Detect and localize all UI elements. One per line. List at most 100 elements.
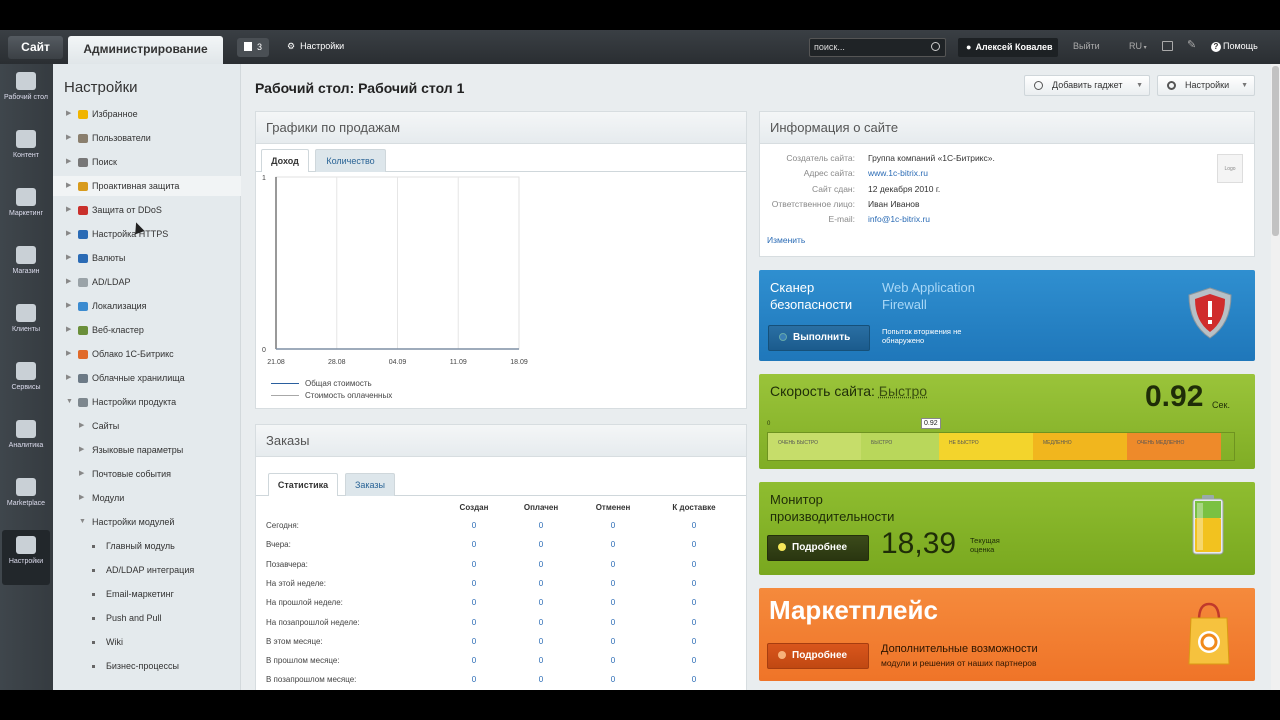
chevron-down-icon[interactable]: ▼: [79, 512, 86, 532]
sidebar-item[interactable]: ▶ Защита от DDoS: [53, 200, 241, 220]
search-input[interactable]: поиск...: [809, 38, 946, 57]
sidebar-module-item[interactable]: Push and Pull: [53, 608, 241, 628]
sidebar-item[interactable]: ▶ Поиск: [53, 152, 241, 172]
sidebar-item[interactable]: ▶ Веб-кластер: [53, 320, 241, 340]
sidebar-module-item[interactable]: Главный модуль: [53, 536, 241, 556]
orders-cell-link[interactable]: 0: [583, 675, 643, 684]
tab-quantity[interactable]: Количество: [315, 149, 386, 172]
orders-cell-link[interactable]: 0: [511, 540, 571, 549]
tab-orders[interactable]: Заказы: [345, 473, 395, 496]
site-info-link[interactable]: info@1c-bitrix.ru: [868, 214, 930, 224]
sidebar-item[interactable]: ▶ Пользователи: [53, 128, 241, 148]
orders-cell-link[interactable]: 0: [444, 618, 504, 627]
chevron-right-icon[interactable]: ▶: [66, 272, 71, 292]
chevron-right-icon[interactable]: ▶: [66, 320, 71, 340]
sidebar-subitem[interactable]: ▶ Почтовые события: [53, 464, 241, 484]
sidebar-item[interactable]: ▼ Настройки продукта: [53, 392, 241, 412]
window-icon[interactable]: [1162, 41, 1173, 51]
orders-cell-link[interactable]: 0: [583, 598, 643, 607]
orders-cell-link[interactable]: 0: [664, 540, 724, 549]
sidebar-item[interactable]: ▶ Избранное: [53, 104, 241, 124]
site-info-title[interactable]: Информация о сайте: [760, 112, 1254, 144]
chevron-right-icon[interactable]: ▶: [66, 128, 71, 148]
orders-cell-link[interactable]: 0: [444, 560, 504, 569]
leftnav-item-7[interactable]: Marketplace: [2, 472, 50, 527]
orders-cell-link[interactable]: 0: [444, 656, 504, 665]
orders-cell-link[interactable]: 0: [511, 656, 571, 665]
chevron-right-icon[interactable]: ▶: [66, 176, 71, 196]
orders-cell-link[interactable]: 0: [511, 521, 571, 530]
pin-icon[interactable]: ✎: [1187, 38, 1198, 51]
help-link[interactable]: ? Помощь: [1211, 41, 1258, 52]
orders-cell-link[interactable]: 0: [583, 560, 643, 569]
chevron-right-icon[interactable]: ▶: [79, 488, 84, 508]
scan-run-button[interactable]: Выполнить: [768, 325, 870, 351]
chevron-right-icon[interactable]: ▶: [66, 152, 71, 172]
chevron-right-icon[interactable]: ▶: [66, 200, 71, 220]
site-button[interactable]: Сайт: [8, 36, 63, 59]
chevron-right-icon[interactable]: ▶: [66, 296, 71, 316]
sidebar-item[interactable]: ▶ Настройка HTTPS: [53, 224, 241, 244]
orders-cell-link[interactable]: 0: [511, 579, 571, 588]
orders-cell-link[interactable]: 0: [664, 521, 724, 530]
orders-cell-link[interactable]: 0: [511, 560, 571, 569]
leftnav-item-6[interactable]: Аналитика: [2, 414, 50, 469]
sidebar-subitem[interactable]: ▶ Сайты: [53, 416, 241, 436]
admin-tab[interactable]: Администрирование: [68, 36, 223, 64]
leftnav-item-2[interactable]: Маркетинг: [2, 182, 50, 237]
sidebar-item[interactable]: ▶ Валюты: [53, 248, 241, 268]
chevron-right-icon[interactable]: ▶: [66, 344, 71, 364]
leftnav-item-8[interactable]: Настройки: [2, 530, 50, 585]
orders-cell-link[interactable]: 0: [444, 540, 504, 549]
chevron-right-icon[interactable]: ▶: [79, 440, 84, 460]
orders-cell-link[interactable]: 0: [664, 560, 724, 569]
orders-cell-link[interactable]: 0: [511, 618, 571, 627]
orders-cell-link[interactable]: 0: [664, 675, 724, 684]
leftnav-item-0[interactable]: Рабочий стол: [2, 66, 50, 121]
orders-cell-link[interactable]: 0: [444, 637, 504, 646]
edit-site-info-link[interactable]: Изменить: [767, 235, 805, 245]
marketplace-details-button[interactable]: Подробнее: [767, 643, 869, 669]
sidebar-item[interactable]: ▶ Облако 1С-Битрикс: [53, 344, 241, 364]
user-menu[interactable]: ● Алексей Ковалев: [958, 38, 1058, 57]
sidebar-module-item[interactable]: AD/LDAP интеграция: [53, 560, 241, 580]
leftnav-item-4[interactable]: Клиенты: [2, 298, 50, 353]
orders-cell-link[interactable]: 0: [664, 637, 724, 646]
sidebar-item[interactable]: ▶ Локализация: [53, 296, 241, 316]
sidebar-subitem[interactable]: ▼ Настройки модулей: [53, 512, 241, 532]
speed-status-link[interactable]: Быстро: [879, 383, 927, 399]
sidebar-module-item[interactable]: Бизнес-процессы: [53, 656, 241, 676]
add-gadget-button[interactable]: Добавить гаджет ▼: [1024, 75, 1150, 96]
orders-cell-link[interactable]: 0: [664, 656, 724, 665]
orders-cell-link[interactable]: 0: [511, 637, 571, 646]
scrollbar-thumb[interactable]: [1272, 66, 1279, 236]
language-selector[interactable]: RU ▾: [1129, 41, 1147, 51]
chevron-right-icon[interactable]: ▶: [79, 464, 84, 484]
chevron-right-icon[interactable]: ▶: [66, 224, 71, 244]
orders-cell-link[interactable]: 0: [444, 521, 504, 530]
chevron-right-icon[interactable]: ▶: [66, 104, 71, 124]
site-info-link[interactable]: www.1c-bitrix.ru: [868, 168, 928, 178]
sidebar-module-item[interactable]: Wiki: [53, 632, 241, 652]
orders-cell-link[interactable]: 0: [444, 598, 504, 607]
logout-link[interactable]: Выйти: [1073, 41, 1100, 51]
sidebar-subitem[interactable]: ▶ Модули: [53, 488, 241, 508]
sidebar-item[interactable]: ▶ Облачные хранилища: [53, 368, 241, 388]
sidebar-subitem[interactable]: ▶ Языковые параметры: [53, 440, 241, 460]
leftnav-item-1[interactable]: Контент: [2, 124, 50, 179]
orders-card-title[interactable]: Заказы: [256, 425, 746, 457]
leftnav-item-3[interactable]: Магазин: [2, 240, 50, 295]
tab-income[interactable]: Доход: [261, 149, 309, 172]
orders-cell-link[interactable]: 0: [444, 675, 504, 684]
sales-card-title[interactable]: Графики по продажам: [256, 112, 746, 144]
notifications-button[interactable]: 3: [237, 38, 269, 57]
tab-statistics[interactable]: Статистика: [268, 473, 338, 496]
chevron-right-icon[interactable]: ▶: [66, 368, 71, 388]
sidebar-item[interactable]: ▶ AD/LDAP: [53, 272, 241, 292]
orders-cell-link[interactable]: 0: [664, 598, 724, 607]
orders-cell-link[interactable]: 0: [583, 618, 643, 627]
orders-cell-link[interactable]: 0: [444, 579, 504, 588]
chevron-down-icon[interactable]: ▼: [66, 392, 73, 412]
monitor-details-button[interactable]: Подробнее: [767, 535, 869, 561]
sidebar-module-item[interactable]: Email-маркетинг: [53, 584, 241, 604]
